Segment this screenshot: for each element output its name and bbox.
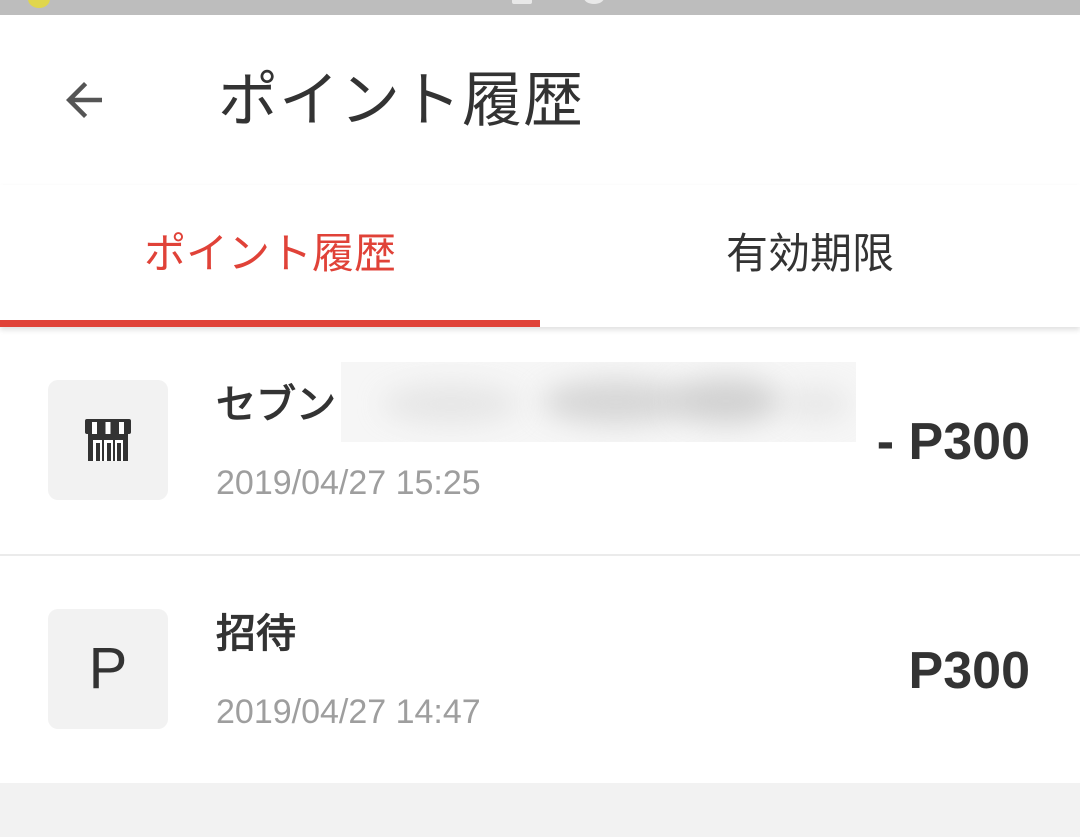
history-row[interactable]: P 招待 2019/04/27 14:47 P300 bbox=[0, 554, 1080, 783]
history-row-title: 招待 bbox=[216, 611, 296, 657]
redacted-text-blur bbox=[341, 362, 856, 442]
status-bar bbox=[0, 0, 1080, 15]
tab-point-history-label: ポイント履歴 bbox=[143, 229, 396, 278]
point-history-list: セブン 2019/04/27 15:25 - P300 P 招待 2019/04… bbox=[0, 327, 1080, 783]
tab-expiration[interactable]: 有効期限 bbox=[540, 185, 1080, 327]
page-title: ポイント履歴 bbox=[218, 66, 584, 136]
tab-expiration-label: 有効期限 bbox=[725, 229, 894, 278]
app-bar: ポイント履歴 bbox=[0, 15, 1080, 185]
store-icon bbox=[85, 419, 131, 461]
back-button[interactable] bbox=[40, 60, 128, 140]
history-row-title: セブン bbox=[216, 382, 336, 428]
history-row[interactable]: セブン 2019/04/27 15:25 - P300 bbox=[0, 327, 1080, 554]
arrow-left-icon bbox=[66, 82, 102, 118]
history-row-date: 2019/04/27 14:47 bbox=[216, 693, 481, 731]
point-p-icon-box: P bbox=[48, 609, 168, 729]
point-p-icon: P bbox=[88, 636, 128, 701]
empty-background-area bbox=[0, 782, 1080, 837]
status-icon-left bbox=[28, 0, 50, 8]
status-icon-center-right bbox=[584, 0, 604, 4]
store-icon-box bbox=[48, 380, 168, 500]
status-icon-center bbox=[512, 0, 532, 4]
tab-bar: ポイント履歴 有効期限 bbox=[0, 185, 1080, 327]
active-tab-indicator bbox=[0, 320, 540, 327]
history-row-amount: P300 bbox=[908, 642, 1030, 700]
tab-point-history[interactable]: ポイント履歴 bbox=[0, 185, 540, 327]
history-row-date: 2019/04/27 15:25 bbox=[216, 464, 481, 502]
history-row-amount: - P300 bbox=[876, 413, 1030, 471]
